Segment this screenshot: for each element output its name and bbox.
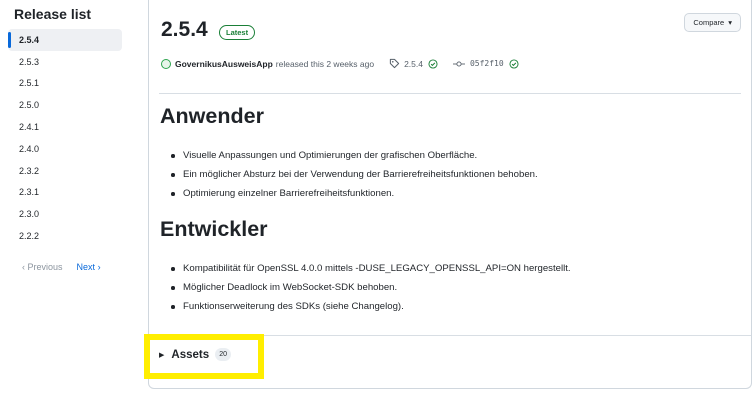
verified-check-icon <box>509 58 519 69</box>
sidebar-item-2-5-0[interactable]: 2.5.0 <box>8 94 122 116</box>
sidebar-title: Release list <box>14 6 92 22</box>
compare-button[interactable]: Compare ▾ <box>684 13 741 32</box>
list-item: Möglicher Deadlock im WebSocket-SDK beho… <box>171 279 571 298</box>
caret-down-icon: ▾ <box>728 18 732 27</box>
sidebar-item-2-3-0[interactable]: 2.3.0 <box>8 203 122 225</box>
sidebar-item-2-5-1[interactable]: 2.5.1 <box>8 73 122 95</box>
commit-icon <box>452 60 465 67</box>
list-item: Optimierung einzelner Barrierefreiheitsf… <box>171 185 538 204</box>
pagination: ‹ Previous Next › <box>22 262 101 272</box>
release-card: 2.5.4 Latest Compare ▾ GovernikusAusweis… <box>148 0 752 389</box>
sidebar-item-2-4-1[interactable]: 2.4.1 <box>8 116 122 138</box>
release-list-sidebar: Release list 2.5.4 2.5.3 2.5.1 2.5.0 2.4… <box>0 0 130 395</box>
sidebar-item-2-3-2[interactable]: 2.3.2 <box>8 160 122 182</box>
list-item: Funktionserweiterung des SDKs (siehe Cha… <box>171 298 571 317</box>
highlight-box <box>144 334 264 379</box>
commit-link[interactable]: 05f2f10 <box>470 59 504 68</box>
chevron-left-icon: ‹ <box>22 262 25 272</box>
tag-link[interactable]: 2.5.4 <box>404 59 423 69</box>
previous-page-button[interactable]: ‹ Previous <box>22 262 63 272</box>
next-label: Next <box>76 262 96 272</box>
verified-check-icon <box>428 58 438 69</box>
author-link[interactable]: GovernikusAusweisApp <box>175 59 273 69</box>
header-divider <box>159 93 741 94</box>
release-list: 2.5.4 2.5.3 2.5.1 2.5.0 2.4.1 2.4.0 2.3.… <box>8 29 122 247</box>
anwender-list: Visuelle Anpassungen und Optimierungen d… <box>171 147 538 204</box>
tag-icon <box>389 58 400 69</box>
released-text: released this 2 weeks ago <box>275 58 375 69</box>
avatar[interactable] <box>161 58 171 69</box>
latest-badge: Latest <box>219 25 256 40</box>
section-heading-entwickler: Entwickler <box>160 217 268 241</box>
list-item: Ein möglicher Absturz bei der Verwendung… <box>171 166 538 185</box>
previous-label: Previous <box>27 262 63 272</box>
list-item: Kompatibilität für OpenSSL 4.0.0 mittels… <box>171 260 571 279</box>
sidebar-item-2-2-2[interactable]: 2.2.2 <box>8 225 122 247</box>
sidebar-item-2-5-3[interactable]: 2.5.3 <box>8 51 122 73</box>
sidebar-item-2-3-1[interactable]: 2.3.1 <box>8 182 122 204</box>
chevron-right-icon: › <box>97 262 101 272</box>
next-page-button[interactable]: Next › <box>77 262 101 272</box>
sidebar-item-2-5-4[interactable]: 2.5.4 <box>8 29 122 51</box>
release-meta: GovernikusAusweisApp released this 2 wee… <box>161 58 519 69</box>
compare-label: Compare <box>693 18 725 27</box>
release-title[interactable]: 2.5.4 <box>161 18 208 42</box>
sidebar-item-2-4-0[interactable]: 2.4.0 <box>8 138 122 160</box>
entwickler-list: Kompatibilität für OpenSSL 4.0.0 mittels… <box>171 260 571 317</box>
section-heading-anwender: Anwender <box>160 104 264 128</box>
list-item: Visuelle Anpassungen und Optimierungen d… <box>171 147 538 166</box>
